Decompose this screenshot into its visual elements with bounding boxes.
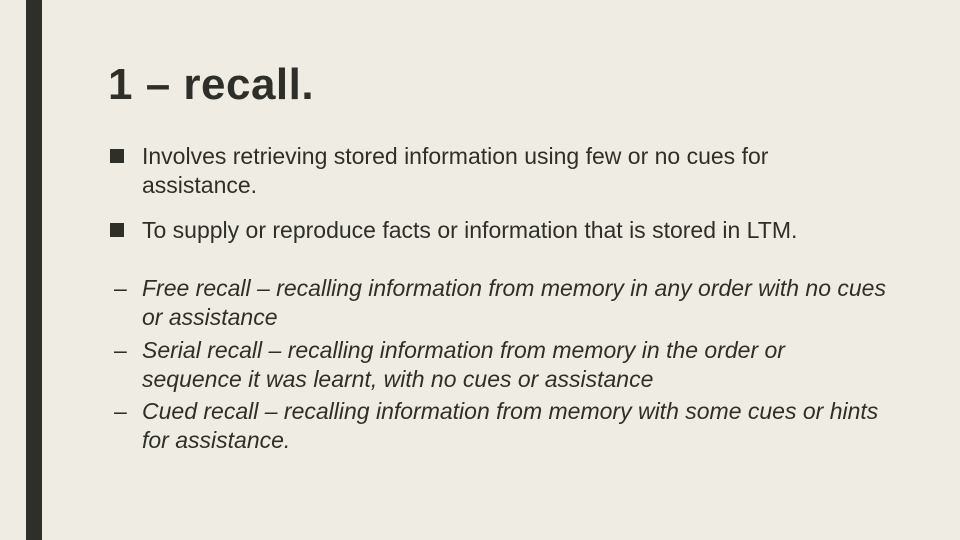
slide-content: 1 – recall. Involves retrieving stored i… (108, 60, 888, 459)
sub-bullet-list: Free recall – recalling information from… (108, 274, 888, 455)
main-bullet-list: Involves retrieving stored information u… (108, 142, 888, 244)
slide-title: 1 – recall. (108, 60, 888, 110)
accent-bar (26, 0, 42, 540)
bullet-item: Involves retrieving stored information u… (108, 142, 888, 200)
sub-bullet-item: Serial recall – recalling information fr… (108, 336, 888, 394)
sub-bullet-item: Cued recall – recalling information from… (108, 397, 888, 455)
bullet-item: To supply or reproduce facts or informat… (108, 216, 888, 245)
sub-bullet-item: Free recall – recalling information from… (108, 274, 888, 332)
